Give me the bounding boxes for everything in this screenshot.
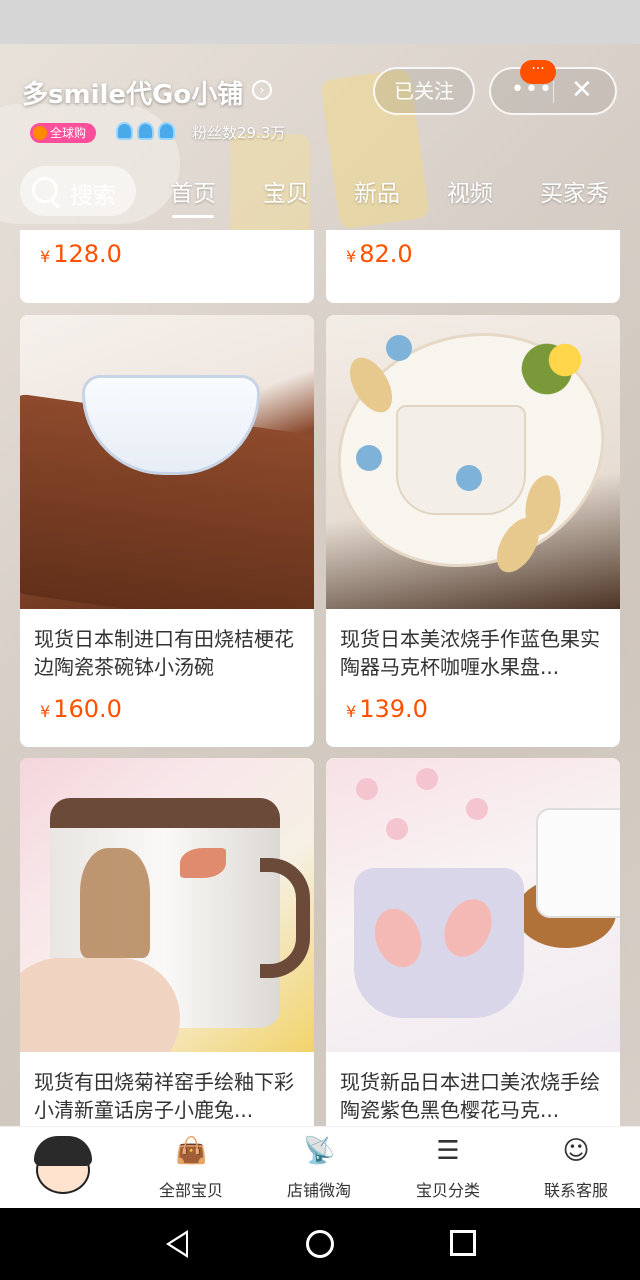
global-buy-icon bbox=[33, 126, 47, 140]
product-price: ¥128.0 bbox=[40, 240, 122, 268]
broadcast-icon: 📡 bbox=[303, 1136, 336, 1166]
product-image bbox=[326, 758, 620, 1052]
nav-all-products[interactable]: 👜 全部宝贝 bbox=[131, 1127, 251, 1209]
crown-icon bbox=[158, 122, 175, 140]
crown-icon bbox=[116, 122, 133, 140]
product-price: ¥82.0 bbox=[346, 240, 413, 268]
product-name: 现货有田烧菊祥窑手绘釉下彩小清新童话房子小鹿兔... bbox=[34, 1070, 294, 1122]
shop-avatar[interactable] bbox=[28, 1130, 98, 1200]
product-name: 现货日本制进口有田烧桔梗花边陶瓷茶碗钵小汤碗 bbox=[34, 627, 294, 679]
product-name: 现货新品日本进口美浓烧手绘陶瓷紫色黑色樱花马克... bbox=[340, 1070, 600, 1122]
product-image bbox=[326, 315, 620, 609]
nav-label: 店铺微淘 bbox=[286, 1181, 351, 1200]
search-label: 搜索 bbox=[70, 183, 116, 209]
shopping-bag-icon: 👜 bbox=[175, 1136, 208, 1166]
nav-customer-service[interactable]: ☺ 联系客服 bbox=[516, 1127, 636, 1209]
tab-video[interactable]: 视频 bbox=[447, 174, 493, 208]
product-image bbox=[20, 758, 314, 1052]
crown-icon bbox=[137, 122, 154, 140]
product-card[interactable]: 现货日本制进口有田烧桔梗花边陶瓷茶碗钵小汤碗 ¥160.0 bbox=[20, 315, 314, 747]
nav-shop-feed[interactable]: 📡 店铺微淘 bbox=[259, 1127, 379, 1209]
product-card[interactable]: 现货有田烧菊祥窑手绘釉下彩小清新童话房子小鹿兔... bbox=[20, 758, 314, 1126]
search-icon bbox=[32, 177, 58, 203]
close-icon[interactable]: ✕ bbox=[571, 75, 593, 105]
product-card[interactable]: 现货日本美浓烧手作蓝色果实陶器马克杯咖喱水果盘... ¥139.0 bbox=[326, 315, 620, 747]
global-buy-tag: 全球购 bbox=[30, 123, 96, 143]
product-name bbox=[326, 230, 620, 234]
chat-face-icon: ☺ bbox=[562, 1136, 590, 1166]
capsule-divider bbox=[553, 81, 554, 103]
list-icon: ☰ bbox=[436, 1136, 460, 1166]
search-button[interactable]: 搜索 bbox=[20, 166, 136, 216]
shop-tabs: 首页 宝贝 新品 视频 买家秀 bbox=[150, 174, 640, 218]
product-name: 现货日本美浓烧手作蓝色果实陶器马克杯咖喱水果盘... bbox=[340, 627, 600, 679]
shop-name[interactable]: 多smile代Go小铺 bbox=[22, 74, 243, 111]
global-buy-label: 全球购 bbox=[50, 126, 87, 140]
nav-categories[interactable]: ☰ 宝贝分类 bbox=[388, 1127, 508, 1209]
tab-buyer-show[interactable]: 买家秀 bbox=[540, 174, 609, 208]
back-icon[interactable] bbox=[166, 1230, 188, 1258]
message-badge[interactable]: ··· bbox=[520, 60, 556, 84]
tab-home[interactable]: 首页 bbox=[170, 174, 216, 218]
nav-label: 联系客服 bbox=[543, 1181, 608, 1200]
shop-rating-crowns bbox=[116, 122, 179, 144]
fan-count: 粉丝数29.3万 bbox=[192, 124, 286, 142]
system-nav-bar bbox=[0, 1208, 640, 1280]
product-image bbox=[20, 315, 314, 609]
tab-new[interactable]: 新品 bbox=[354, 174, 400, 208]
product-card[interactable]: 现货新品日本进口美浓烧手绘陶瓷紫色黑色樱花马克... bbox=[326, 758, 620, 1126]
home-icon[interactable] bbox=[306, 1230, 334, 1258]
status-bar bbox=[0, 0, 640, 44]
chevron-right-icon[interactable]: › bbox=[252, 80, 272, 100]
product-card[interactable]: ¥128.0 bbox=[20, 230, 314, 303]
product-price: ¥160.0 bbox=[40, 695, 122, 723]
tab-products[interactable]: 宝贝 bbox=[263, 174, 309, 208]
product-card[interactable]: ¥82.0 bbox=[326, 230, 620, 303]
follow-button[interactable]: 已关注 bbox=[373, 67, 475, 115]
recent-apps-icon[interactable] bbox=[450, 1230, 476, 1256]
nav-label: 全部宝贝 bbox=[158, 1181, 223, 1200]
product-grid: ¥128.0 ¥82.0 现货日本制进口有田烧桔梗花边陶瓷茶碗钵小汤碗 ¥160… bbox=[0, 230, 640, 1126]
product-name bbox=[20, 230, 314, 234]
product-price: ¥139.0 bbox=[346, 695, 428, 723]
nav-label: 宝贝分类 bbox=[415, 1181, 480, 1200]
